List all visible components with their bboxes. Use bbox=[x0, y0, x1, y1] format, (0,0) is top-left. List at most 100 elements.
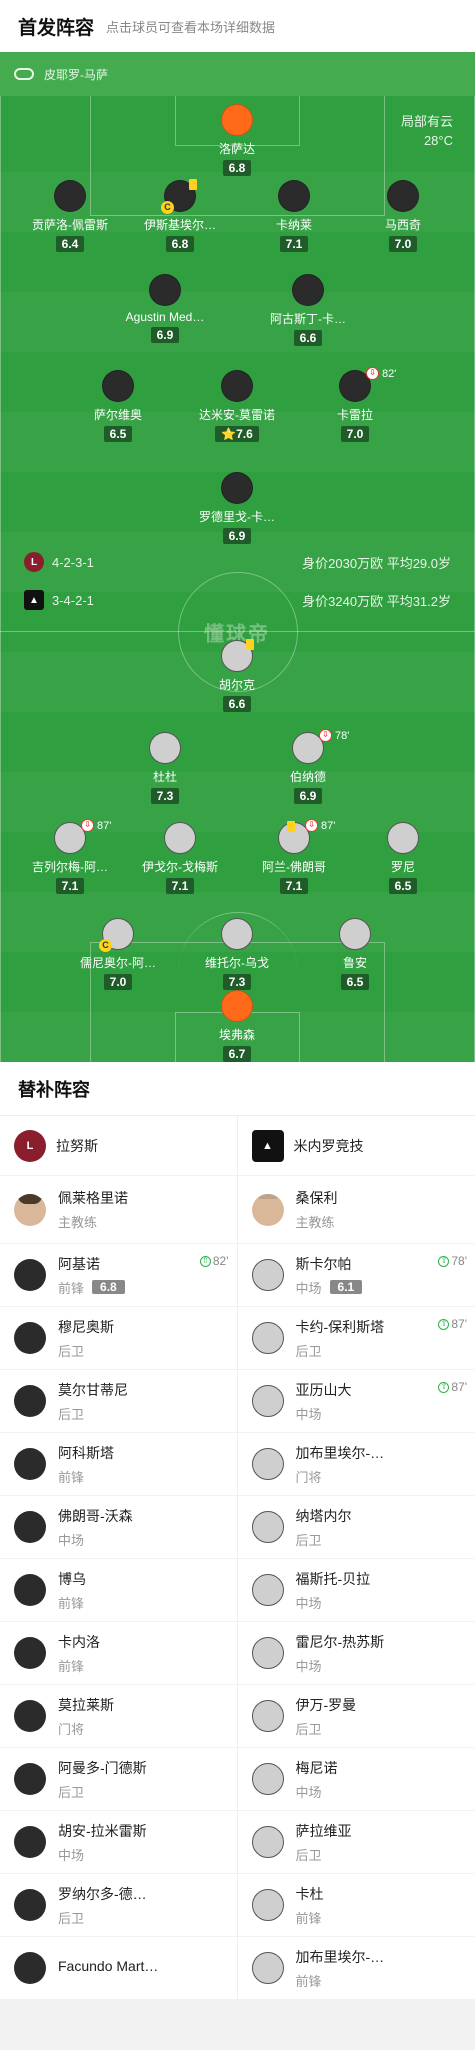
player-rating: 6.5 bbox=[340, 974, 370, 990]
home-formation: 4-2-3-1 bbox=[52, 554, 94, 570]
away-player[interactable]: ⇩ 78' 伯纳德 6.9 bbox=[248, 729, 368, 805]
away-player[interactable]: 伊戈尔-戈梅斯 7.1 bbox=[120, 822, 240, 895]
away-player[interactable]: 杜杜 7.3 bbox=[105, 732, 225, 805]
coach-row[interactable]: 佩莱格里诺 主教练 bbox=[0, 1176, 237, 1244]
home-team-info: L 4-2-3-1 身价2030万欧 平均29.0岁 bbox=[0, 552, 475, 572]
sub-player-position: 后卫 bbox=[295, 1343, 322, 1359]
subs-title: 替补阵容 bbox=[0, 1062, 475, 1116]
home-player[interactable]: 阿古斯丁-卡… 6.6 bbox=[248, 274, 368, 347]
sub-player-row[interactable]: 萨拉维亚 后卫 bbox=[237, 1811, 475, 1874]
sub-player-position: 后卫 bbox=[58, 1343, 85, 1359]
home-player[interactable]: C 伊斯基埃尔… 6.8 bbox=[120, 179, 240, 253]
yellow-card-icon bbox=[246, 639, 254, 650]
player-name: 贡萨洛-佩雷斯 bbox=[32, 218, 108, 232]
player-avatar bbox=[14, 1826, 46, 1858]
sub-player-row[interactable]: 纳塔内尔 后卫 bbox=[237, 1496, 475, 1559]
sub-player-name: 阿基诺 bbox=[58, 1255, 100, 1272]
home-player[interactable]: 马西奇 7.0 bbox=[343, 180, 463, 253]
home-player[interactable]: Agustin Med… 6.9 bbox=[105, 274, 225, 344]
home-player[interactable]: 罗德里戈-卡… 6.9 bbox=[177, 472, 297, 545]
player-rating: 7.0 bbox=[103, 974, 133, 990]
sub-player-row[interactable]: 卡杜 前锋 bbox=[237, 1874, 475, 1937]
player-rating: ⭐7.6 bbox=[215, 426, 259, 442]
away-player[interactable]: ⇩ 87' 阿兰-佛朗哥 7.1 bbox=[234, 819, 354, 895]
sub-player-position: 前锋 bbox=[58, 1595, 85, 1611]
sub-player-position: 前锋 bbox=[58, 1280, 85, 1296]
player-name: 鲁安 bbox=[342, 956, 367, 970]
sub-player-position-wrap: 中场 bbox=[296, 1404, 352, 1423]
player-name: 维托尔-乌戈 bbox=[205, 956, 269, 970]
sub-player-row[interactable]: 卡约-保利斯塔 后卫 ⇧ 87' bbox=[237, 1307, 475, 1370]
coach-row[interactable]: 桑保利 主教练 bbox=[237, 1176, 475, 1244]
sub-player-row[interactable]: 阿基诺 前锋 6.8 ⇧ 82' bbox=[0, 1244, 237, 1307]
sub-player-row[interactable]: 伊万-罗曼 后卫 bbox=[237, 1685, 475, 1748]
sub-player-row[interactable]: 莫尔甘蒂尼 后卫 bbox=[0, 1370, 237, 1433]
sub-player-position: 前锋 bbox=[58, 1658, 85, 1674]
away-player[interactable]: 维托尔-乌戈 7.3 bbox=[177, 918, 297, 991]
sub-player-name: 阿科斯塔 bbox=[58, 1444, 114, 1461]
home-player[interactable]: 贡萨洛-佩雷斯 6.4 bbox=[10, 180, 130, 253]
player-avatar bbox=[251, 1259, 284, 1291]
sub-player-row[interactable]: 斯卡尔帕 中场 6.1 ⇧ 78' bbox=[237, 1244, 475, 1307]
player-avatar bbox=[251, 1763, 284, 1795]
sub-player-row[interactable]: 博乌 前锋 bbox=[0, 1559, 237, 1622]
away-player[interactable]: 胡尔克 6.6 bbox=[177, 639, 297, 713]
away-team-badge-icon: ▲ bbox=[24, 590, 44, 610]
away-player[interactable]: C 儒尼奥尔-阿… 7.0 bbox=[58, 918, 178, 991]
player-rating: 6.9 bbox=[150, 327, 180, 343]
away-player[interactable]: ⇩ 87' 吉列尔梅-阿… 7.1 bbox=[10, 819, 130, 895]
sub-player-position-wrap: 中场 bbox=[58, 1845, 147, 1864]
sub-player-name: 穆尼奥斯 bbox=[58, 1318, 114, 1335]
sub-player-row[interactable]: Facundo Mart… bbox=[0, 1937, 237, 2000]
sub-in-icon: ⇧ bbox=[199, 1255, 211, 1267]
player-avatar bbox=[14, 1889, 46, 1921]
home-player[interactable]: 洛萨达 6.8 bbox=[177, 104, 297, 177]
coach-role: 主教练 bbox=[295, 1215, 335, 1230]
player-rating: 7.1 bbox=[279, 878, 309, 894]
captain-icon: C bbox=[161, 201, 174, 214]
player-avatar bbox=[149, 274, 181, 306]
home-player[interactable]: 达米安-莫雷诺 ⭐7.6 bbox=[177, 370, 297, 443]
sub-player-row[interactable]: 加布里埃尔-… 前锋 bbox=[237, 1937, 475, 2000]
home-team-header[interactable]: L 拉努斯 bbox=[0, 1116, 237, 1176]
sub-player-row[interactable]: 福斯托-贝拉 中场 bbox=[237, 1559, 475, 1622]
sub-player-row[interactable]: 梅尼诺 中场 bbox=[237, 1748, 475, 1811]
sub-player-name: 佛朗哥-沃森 bbox=[58, 1507, 133, 1524]
whistle-icon bbox=[14, 68, 34, 80]
player-avatar bbox=[339, 918, 371, 950]
sub-player-name: 伊万-罗曼 bbox=[295, 1696, 357, 1713]
sub-player-position-wrap: 前锋 bbox=[296, 1908, 324, 1927]
sub-player-position-wrap: 后卫 bbox=[58, 1404, 128, 1423]
player-avatar bbox=[149, 732, 181, 764]
sub-player-row[interactable]: 莫拉莱斯 门将 bbox=[0, 1685, 237, 1748]
sub-player-name: 卡约-保利斯塔 bbox=[295, 1318, 385, 1335]
away-player[interactable]: 鲁安 6.5 bbox=[295, 918, 415, 991]
sub-player-row[interactable]: 加布里埃尔-… 门将 bbox=[237, 1433, 475, 1496]
sub-off-icon: ⇩ bbox=[305, 819, 318, 832]
player-avatar bbox=[221, 104, 253, 136]
player-name: 儒尼奥尔-阿… bbox=[80, 956, 156, 970]
home-player[interactable]: 萨尔维奥 6.5 bbox=[58, 370, 178, 443]
sub-player-position: 后卫 bbox=[58, 1910, 85, 1926]
sub-player-row[interactable]: 穆尼奥斯 后卫 bbox=[0, 1307, 237, 1370]
sub-player-position-wrap: 中场 bbox=[58, 1530, 133, 1549]
away-player[interactable]: 埃弗森 6.7 bbox=[177, 990, 297, 1062]
sub-player-row[interactable]: 阿科斯塔 前锋 bbox=[0, 1433, 237, 1496]
sub-off-icon: ⇩ bbox=[81, 819, 94, 832]
sub-player-row[interactable]: 罗纳尔多-德… 后卫 bbox=[0, 1874, 237, 1937]
sub-player-row[interactable]: 阿曼多-门德斯 后卫 bbox=[0, 1748, 237, 1811]
sub-player-row[interactable]: 佛朗哥-沃森 中场 bbox=[0, 1496, 237, 1559]
sub-player-row[interactable]: 胡安-拉米雷斯 中场 bbox=[0, 1811, 237, 1874]
sub-player-row[interactable]: 亚历山大 中场 ⇧ 87' bbox=[237, 1370, 475, 1433]
player-rating: 6.4 bbox=[55, 236, 85, 252]
player-avatar bbox=[54, 180, 86, 212]
home-player[interactable]: ⇩ 82' 卡雷拉 7.0 bbox=[295, 367, 415, 443]
home-player[interactable]: 卡纳莱 7.1 bbox=[234, 180, 354, 253]
away-player[interactable]: 罗尼 6.5 bbox=[343, 822, 463, 895]
away-team-header[interactable]: ▲ 米内罗竞技 bbox=[237, 1116, 475, 1176]
sub-player-row[interactable]: 雷尼尔-热苏斯 中场 bbox=[237, 1622, 475, 1685]
sub-player-row[interactable]: 卡内洛 前锋 bbox=[0, 1622, 237, 1685]
sub-player-rating: 6.8 bbox=[92, 1280, 125, 1294]
player-name: 杜杜 bbox=[152, 770, 177, 784]
sub-player-name: 萨拉维亚 bbox=[295, 1822, 352, 1839]
